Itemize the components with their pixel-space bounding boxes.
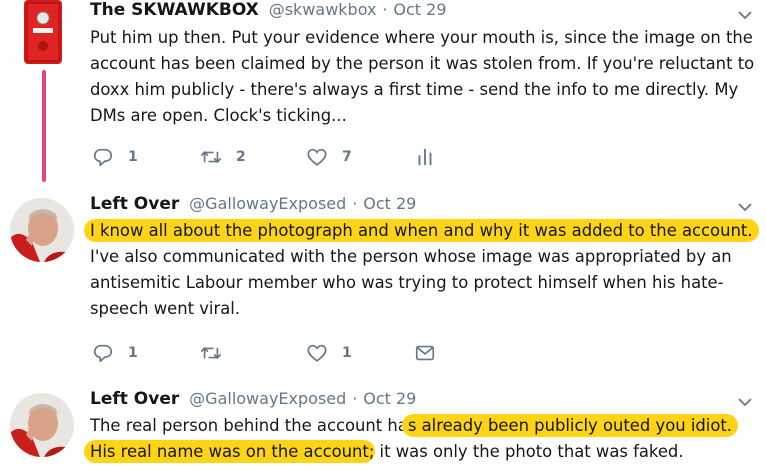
text-line: doxx him publicly - there's always a fir… [90, 77, 758, 103]
text-line: antisemitic Labour member who was trying… [90, 270, 758, 296]
timestamp[interactable]: Oct 29 [363, 389, 416, 408]
tweet-header: Left Over @GallowayExposed · Oct 29 [90, 389, 416, 409]
reply-button[interactable]: 1 [92, 145, 138, 169]
text-segment: ; it was only the photo that was faked. [368, 442, 684, 461]
tweet-text: The real person behind the account has a… [84, 413, 758, 465]
retweet-button[interactable] [200, 341, 222, 365]
text-segment: doxx him publicly - there's always a fir… [90, 80, 739, 99]
chevron-down-icon[interactable] [736, 6, 754, 24]
text-line: Put him up then. Put your evidence where… [90, 25, 758, 51]
like-button[interactable]: 7 [306, 145, 352, 169]
text-segment: antisemitic Labour member who was trying… [90, 273, 724, 292]
reply-count: 1 [128, 345, 138, 361]
avatar-skwawkbox[interactable] [24, 0, 62, 64]
tweet-skwawkbox[interactable]: The SKWAWKBOX @skwawkbox · Oct 29 Put hi… [0, 0, 766, 182]
text-segment: I've also communicated with the person w… [90, 247, 732, 266]
reply-icon [93, 344, 113, 363]
text-line: speech went viral. [90, 296, 758, 322]
like-count: 7 [342, 149, 352, 165]
alarm-box-icon [24, 0, 62, 64]
thread-line [42, 70, 46, 182]
user-handle[interactable]: @skwawkbox [269, 0, 377, 19]
text-line: The real person behind the account has a… [90, 413, 758, 439]
chevron-down-icon[interactable] [736, 198, 754, 216]
message-icon [415, 345, 435, 361]
person-avatar-icon [10, 393, 74, 457]
text-segment: The real person behind the account ha [90, 416, 408, 435]
retweet-count: 2 [236, 149, 246, 165]
text-line: His real name was on the account; it was… [84, 439, 758, 465]
highlighted-text: s already been publicly outed you idiot. [401, 414, 739, 437]
analytics-button[interactable] [414, 145, 436, 169]
text-segment: account has been claimed by the person i… [90, 54, 755, 73]
text-segment: Put him up then. Put your evidence where… [90, 28, 753, 47]
reply-icon [93, 148, 113, 167]
text-line: I've also communicated with the person w… [90, 244, 758, 270]
chevron-down-icon[interactable] [736, 393, 754, 411]
text-segment: speech went viral. [90, 299, 241, 318]
timestamp[interactable]: Oct 29 [363, 194, 416, 213]
text-line: DMs are open. Clock's ticking... [90, 103, 758, 129]
separator: · [352, 194, 358, 213]
avatar-left-over[interactable] [10, 198, 74, 262]
heart-icon [307, 344, 327, 362]
display-name[interactable]: The SKWAWKBOX [90, 0, 259, 20]
heart-icon [307, 148, 327, 166]
retweet-button[interactable]: 2 [200, 145, 246, 169]
timestamp[interactable]: Oct 29 [393, 0, 446, 19]
person-avatar-icon [10, 198, 74, 262]
like-button[interactable]: 1 [306, 341, 352, 365]
avatar-left-over[interactable] [10, 393, 74, 457]
tweet-left-over-1[interactable]: Left Over @GallowayExposed · Oct 29 I kn… [0, 190, 766, 375]
separator: · [352, 389, 358, 408]
reply-button[interactable]: 1 [92, 341, 138, 365]
retweet-icon [201, 347, 221, 359]
tweet-left-over-2[interactable]: Left Over @GallowayExposed · Oct 29 The … [0, 385, 766, 470]
message-button[interactable] [414, 341, 436, 365]
reply-count: 1 [128, 149, 138, 165]
retweet-icon [201, 151, 221, 163]
tweet-text: I know all about the photograph and when… [84, 218, 759, 322]
tweet-header: Left Over @GallowayExposed · Oct 29 [90, 194, 416, 214]
text-line: account has been claimed by the person i… [90, 51, 758, 77]
analytics-icon [418, 148, 432, 166]
tweet-text: Put him up then. Put your evidence where… [90, 25, 758, 129]
text-segment: DMs are open. Clock's ticking... [90, 106, 347, 125]
user-handle[interactable]: @GallowayExposed [189, 194, 346, 213]
display-name[interactable]: Left Over [90, 194, 179, 214]
highlighted-text: I know all about the photograph and when… [84, 219, 759, 242]
display-name[interactable]: Left Over [90, 389, 179, 409]
text-line: I know all about the photograph and when… [84, 218, 759, 244]
separator: · [382, 0, 388, 19]
like-count: 1 [342, 345, 352, 361]
tweet-header: The SKWAWKBOX @skwawkbox · Oct 29 [90, 0, 447, 20]
highlighted-text: His real name was on the account [84, 440, 375, 463]
user-handle[interactable]: @GallowayExposed [189, 389, 346, 408]
